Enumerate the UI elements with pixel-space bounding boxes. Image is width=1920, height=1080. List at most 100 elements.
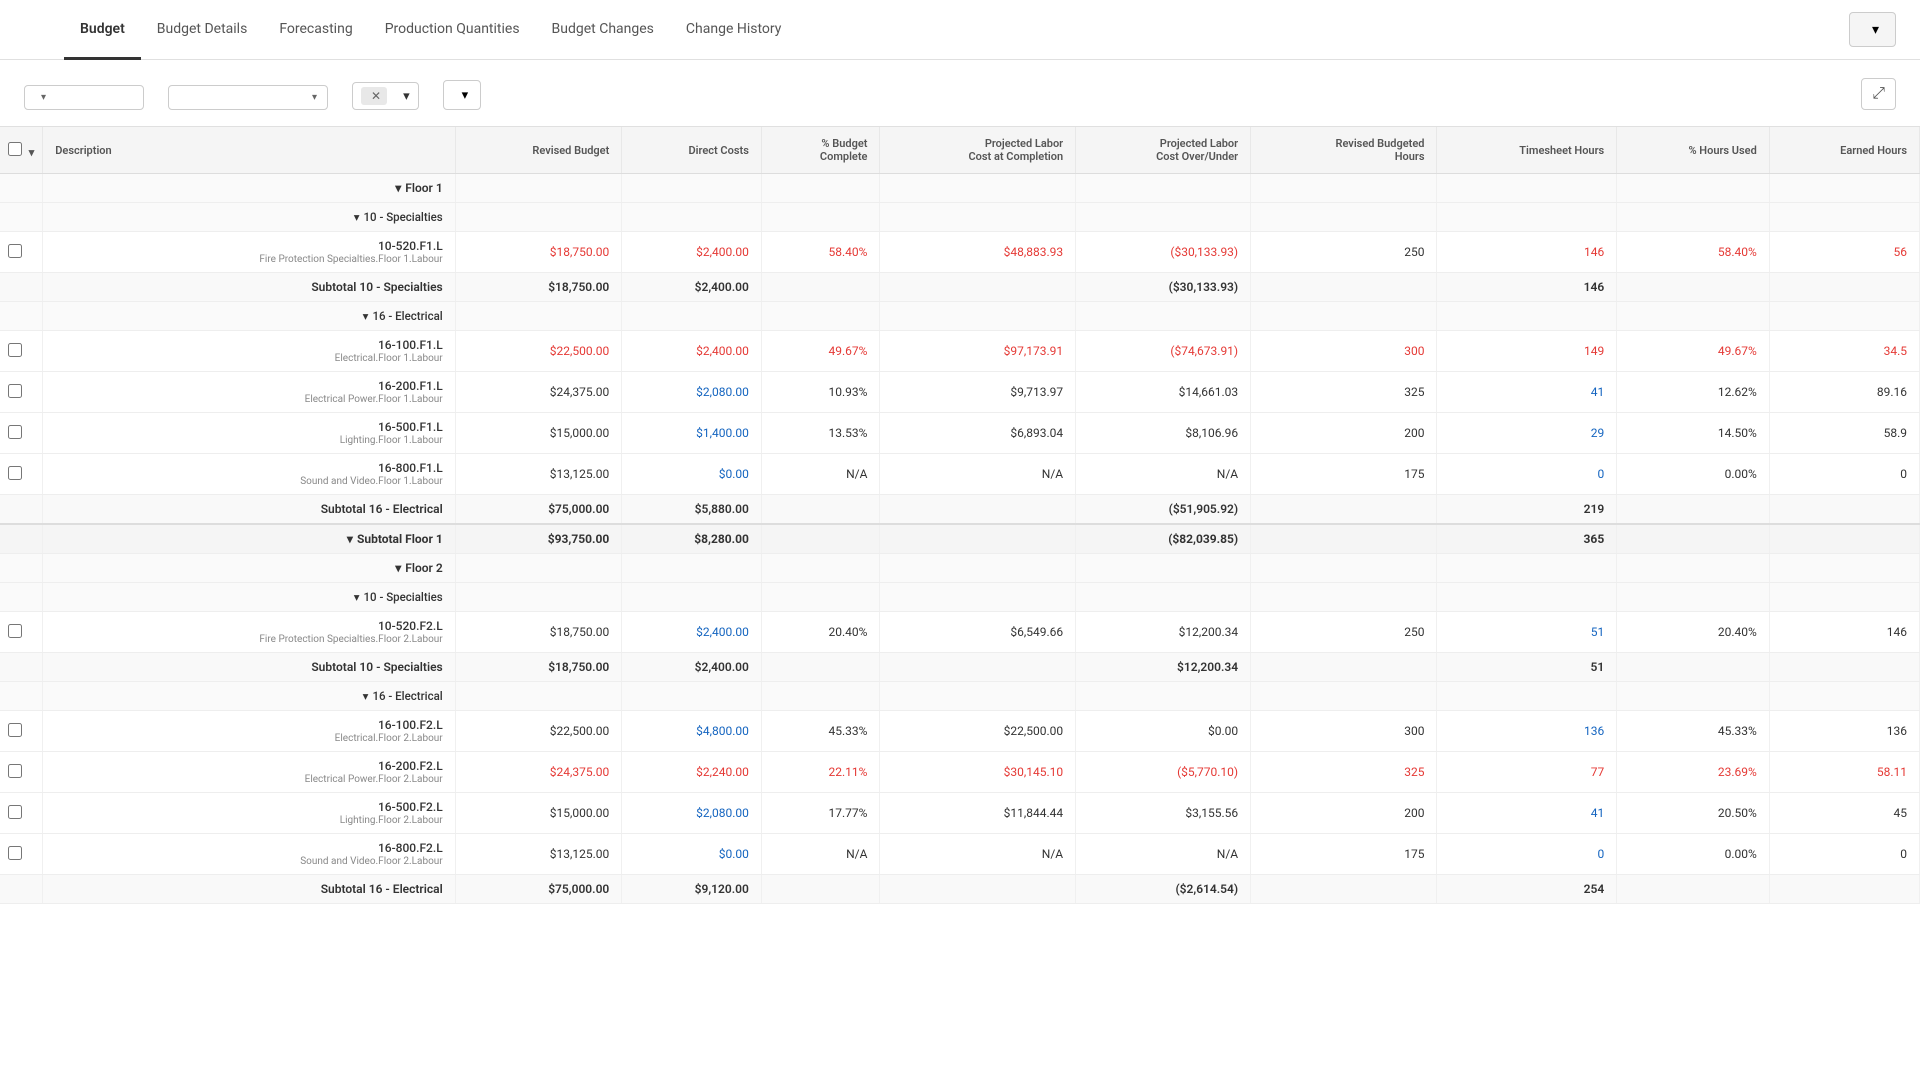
row-checkbox[interactable] (8, 425, 22, 439)
row-description: ▾ 16 - Electrical (43, 682, 455, 711)
nav-item-forecasting[interactable]: Forecasting (263, 0, 368, 60)
expand-arrow-icon[interactable]: ▾ (363, 689, 369, 703)
row-cell: 45.33% (1617, 711, 1770, 752)
row-cell (1769, 554, 1919, 583)
row-cell: 34.5 (1769, 331, 1919, 372)
row-cell: $22,500.00 (455, 711, 622, 752)
row-cell (880, 583, 1076, 612)
filter-button[interactable]: ▾ (443, 80, 482, 110)
group-select[interactable]: ✕ ▾ (352, 82, 419, 110)
row-checkbox[interactable] (8, 764, 22, 778)
row-checkbox-cell (0, 495, 43, 525)
nav-item-budget[interactable]: Budget (64, 0, 141, 60)
row-cell: $2,080.00 (622, 372, 762, 413)
nav-item-budget-details[interactable]: Budget Details (141, 0, 264, 60)
row-cell (1769, 524, 1919, 554)
row-cell: 89.16 (1769, 372, 1919, 413)
col-projected-labor-cost-over-under: Projected LaborCost Over/Under (1076, 127, 1251, 174)
row-cell (761, 203, 880, 232)
row-cell (1617, 875, 1770, 904)
snapshot-select[interactable]: ▾ (168, 85, 328, 110)
item-code: 16-100.F1.L (99, 338, 442, 352)
row-description: ▾ 10 - Specialties (43, 203, 455, 232)
expand-arrow-icon[interactable]: ▾ (395, 181, 401, 195)
row-cell: 200 (1251, 793, 1437, 834)
row-checkbox[interactable] (8, 624, 22, 638)
item-description: Electrical Power.Floor 2.Labour (99, 774, 442, 785)
item-code: 10-520.F2.L (99, 619, 442, 633)
row-cell: $9,713.97 (880, 372, 1076, 413)
row-cell (455, 682, 622, 711)
row-cell (1437, 554, 1617, 583)
row-description: ▾ Floor 2 (43, 554, 455, 583)
row-cell: $2,400.00 (622, 273, 762, 302)
row-description: ▾ Floor 1 (43, 174, 455, 203)
row-checkbox-cell (0, 612, 43, 653)
row-cell (455, 554, 622, 583)
view-select[interactable]: ▾ (24, 85, 144, 110)
nav-item-production-quantities[interactable]: Production Quantities (369, 0, 536, 60)
row-cell: $18,750.00 (455, 612, 622, 653)
row-checkbox[interactable] (8, 343, 22, 357)
snapshot-chevron-icon: ▾ (312, 92, 317, 103)
nav-item-change-history[interactable]: Change History (670, 0, 797, 60)
row-description: 16-800.F2.LSound and Video.Floor 2.Labou… (43, 834, 455, 875)
row-checkbox[interactable] (8, 384, 22, 398)
item-code: 16-500.F1.L (99, 420, 442, 434)
row-cell (1251, 203, 1437, 232)
group-tag-remove[interactable]: ✕ (371, 89, 381, 103)
row-checkbox[interactable] (8, 723, 22, 737)
row-cell (880, 554, 1076, 583)
row-cell: 13.53% (761, 413, 880, 454)
item-description: Fire Protection Specialties.Floor 2.Labo… (99, 634, 442, 645)
select-all-checkbox[interactable] (8, 142, 22, 156)
row-cell: 41 (1437, 793, 1617, 834)
row-cell: 51 (1437, 653, 1617, 682)
expand-control: ⤢ (1861, 78, 1896, 110)
table-row: 10-520.F1.LFire Protection Specialties.F… (0, 232, 1920, 273)
expand-arrow-icon[interactable]: ▾ (354, 210, 360, 224)
item-code: 16-800.F1.L (99, 461, 442, 475)
expand-arrow-icon[interactable]: ▾ (354, 590, 360, 604)
expand-button[interactable]: ⤢ (1861, 78, 1896, 110)
item-code: 16-200.F1.L (99, 379, 442, 393)
row-cell: 0.00% (1617, 454, 1770, 495)
expand-arrow-icon[interactable]: ▾ (363, 309, 369, 323)
row-cell: $2,400.00 (622, 612, 762, 653)
row-checkbox[interactable] (8, 805, 22, 819)
row-cell (622, 554, 762, 583)
row-cell: $48,883.93 (880, 232, 1076, 273)
expand-icon: ⤢ (1872, 85, 1885, 102)
export-button[interactable]: ▾ (1849, 12, 1896, 47)
row-checkbox[interactable] (8, 846, 22, 860)
table-row: ▾ 10 - Specialties (0, 583, 1920, 612)
row-cell (1769, 682, 1919, 711)
row-cell (1251, 554, 1437, 583)
row-checkbox[interactable] (8, 244, 22, 258)
row-cell: $2,400.00 (622, 653, 762, 682)
row-cell: 23.69% (1617, 752, 1770, 793)
row-cell (1769, 203, 1919, 232)
col-revised-budgeted-hours: Revised BudgetedHours (1251, 127, 1437, 174)
subgroup-label: 16 - Electrical (372, 689, 442, 703)
row-cell (1617, 203, 1770, 232)
filter-control-group: ▾ (443, 76, 482, 110)
row-cell (455, 174, 622, 203)
nav-item-budget-changes[interactable]: Budget Changes (536, 0, 670, 60)
row-cell: $15,000.00 (455, 413, 622, 454)
row-checkbox-cell (0, 302, 43, 331)
row-cell: 0 (1437, 454, 1617, 495)
row-checkbox[interactable] (8, 466, 22, 480)
expand-arrow-icon[interactable]: ▾ (395, 561, 401, 575)
item-description: Electrical Power.Floor 1.Labour (99, 394, 442, 405)
row-description: 16-500.F1.LLighting.Floor 1.Labour (43, 413, 455, 454)
row-cell: 20.50% (1617, 793, 1770, 834)
col-earned-hours: Earned Hours (1769, 127, 1919, 174)
row-cell (761, 302, 880, 331)
row-cell (1769, 174, 1919, 203)
row-checkbox-cell (0, 554, 43, 583)
row-cell (1617, 495, 1770, 525)
row-cell: $13,125.00 (455, 834, 622, 875)
row-cell (622, 583, 762, 612)
expand-arrow-icon[interactable]: ▾ (347, 532, 353, 546)
